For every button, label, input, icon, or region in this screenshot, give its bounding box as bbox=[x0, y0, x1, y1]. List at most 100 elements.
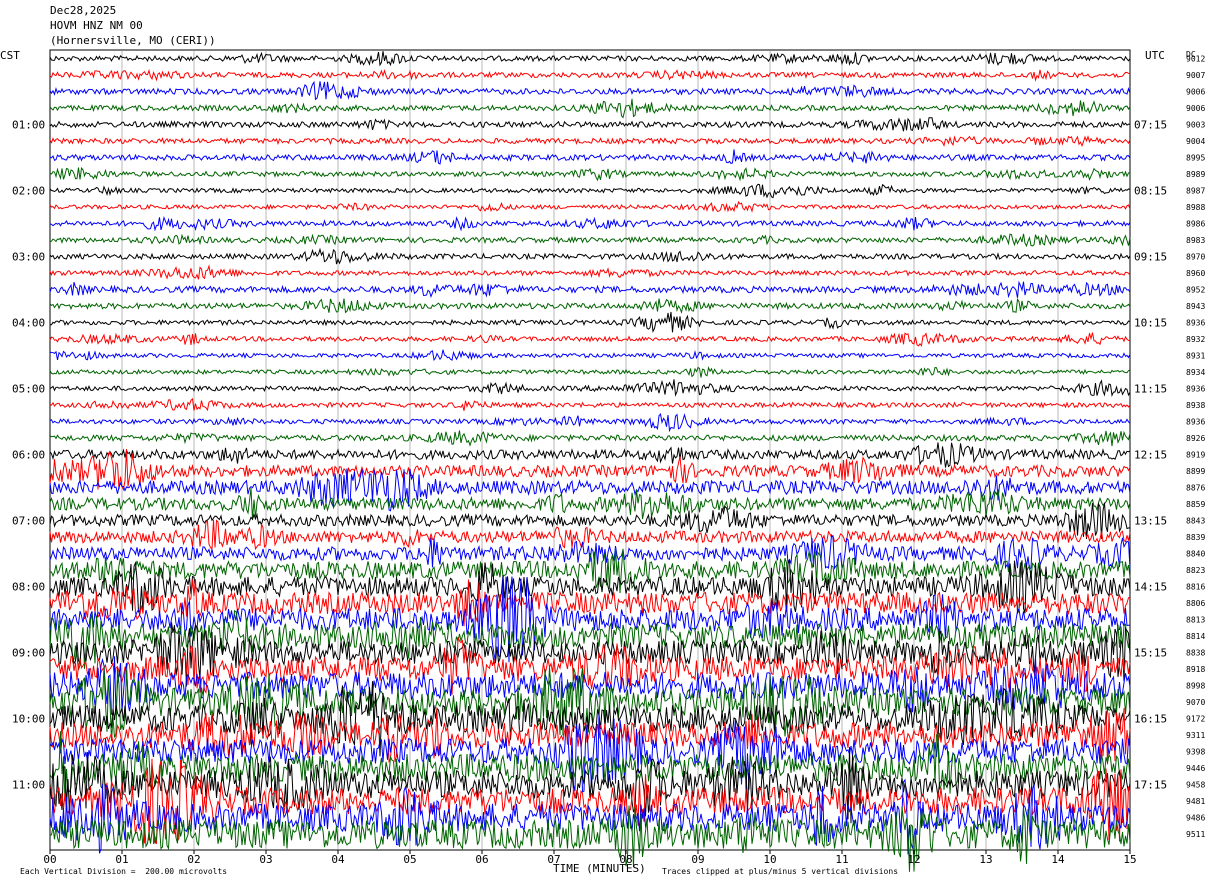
dc-offset-label: 9003 bbox=[1186, 121, 1205, 130]
dc-offset-label: 8988 bbox=[1186, 203, 1205, 212]
x-tick-label: 04 bbox=[331, 853, 345, 866]
right-time-label: 07:15 bbox=[1134, 119, 1167, 132]
dc-offset-label: 8970 bbox=[1186, 253, 1205, 262]
trace-row-0 bbox=[49, 51, 1131, 67]
dc-offset-label: 8926 bbox=[1186, 434, 1205, 443]
helicorder-plot: 9012 9007 9006 9006 9003 9004 8995 8989 8987 8988… bbox=[12, 49, 1205, 872]
trace-row-1 bbox=[49, 68, 1131, 82]
dc-offset-label: 8995 bbox=[1186, 154, 1205, 163]
x-tick-label: 15 bbox=[1123, 853, 1136, 866]
x-tick-label: 00 bbox=[43, 853, 56, 866]
dc-offset-label: 8859 bbox=[1186, 500, 1205, 509]
left-time-label: 02:00 bbox=[12, 185, 45, 198]
dc-offset-label: 8936 bbox=[1186, 385, 1205, 394]
x-tick-label: 02 bbox=[187, 853, 200, 866]
trace-row-14 bbox=[49, 280, 1131, 299]
dc-offset-label: 8960 bbox=[1186, 269, 1205, 278]
trace-row-16 bbox=[50, 311, 1131, 333]
x-tick-label: 12 bbox=[907, 853, 920, 866]
dc-offset-label: 8918 bbox=[1186, 665, 1205, 674]
dc-offset-label: 8806 bbox=[1186, 599, 1205, 608]
dc-offset-label: 8876 bbox=[1186, 484, 1205, 493]
right-time-label: 16:15 bbox=[1134, 713, 1167, 726]
dc-offset-label: 8899 bbox=[1186, 467, 1205, 476]
trace-row-4 bbox=[49, 117, 1131, 132]
dc-offset-label: 8843 bbox=[1186, 517, 1205, 526]
dc-offset-label: 8919 bbox=[1186, 451, 1205, 460]
left-time-label: 03:00 bbox=[12, 251, 45, 264]
clip-note: Traces clipped at plus/minus 5 vertical … bbox=[662, 867, 899, 876]
dc-offset-label: 8938 bbox=[1186, 401, 1205, 410]
dc-offset-label: 8932 bbox=[1186, 335, 1205, 344]
right-time-label: 14:15 bbox=[1134, 581, 1167, 594]
left-time-label: 07:00 bbox=[12, 515, 45, 528]
dc-offset-label: 9511 bbox=[1186, 830, 1205, 839]
dc-offset-label: 9070 bbox=[1186, 698, 1205, 707]
dc-offset-label: 9006 bbox=[1186, 104, 1205, 113]
left-time-label: 08:00 bbox=[12, 581, 45, 594]
x-tick-label: 05 bbox=[403, 853, 416, 866]
dc-offset-label: 8983 bbox=[1186, 236, 1205, 245]
x-tick-label: 11 bbox=[835, 853, 848, 866]
dc-offset-label: 8931 bbox=[1186, 352, 1205, 361]
trace-row-9 bbox=[49, 200, 1131, 213]
dc-offset-label: 8952 bbox=[1186, 286, 1205, 295]
scale-note: Each Vertical Division = 200.00 microvol… bbox=[20, 867, 228, 876]
x-tick-label: 13 bbox=[979, 853, 992, 866]
dc-offset-label: 8989 bbox=[1186, 170, 1205, 179]
dc-offset-label: 8838 bbox=[1186, 649, 1205, 658]
dc-offset-label: 9012 bbox=[1186, 55, 1205, 64]
left-time-label: 09:00 bbox=[12, 647, 45, 660]
x-axis-label: TIME (MINUTES) bbox=[553, 862, 646, 875]
trace-row-10 bbox=[49, 215, 1131, 232]
trace-row-15 bbox=[49, 297, 1131, 315]
trace-row-5 bbox=[49, 135, 1131, 148]
trace-row-24 bbox=[49, 442, 1131, 468]
dc-offset-label: 9311 bbox=[1186, 731, 1205, 740]
dc-offset-label: 9446 bbox=[1186, 764, 1205, 773]
dc-offset-label: 8936 bbox=[1186, 418, 1205, 427]
left-time-label: 10:00 bbox=[12, 713, 45, 726]
trace-row-2 bbox=[49, 80, 1131, 101]
trace-row-19 bbox=[49, 365, 1131, 378]
trace-row-21 bbox=[49, 397, 1131, 412]
dc-offset-label: 9172 bbox=[1186, 715, 1205, 724]
x-tick-label: 01 bbox=[115, 853, 128, 866]
trace-row-20 bbox=[49, 379, 1131, 398]
right-time-label: 09:15 bbox=[1134, 251, 1167, 264]
dc-offset-label: 8986 bbox=[1186, 220, 1205, 229]
right-time-label: 17:15 bbox=[1134, 779, 1167, 792]
right-time-label: 08:15 bbox=[1134, 185, 1167, 198]
x-tick-label: 09 bbox=[691, 853, 704, 866]
dc-offset-label: 9006 bbox=[1186, 88, 1205, 97]
trace-row-11 bbox=[49, 233, 1131, 248]
x-tick-label: 14 bbox=[1051, 853, 1065, 866]
dc-offset-label: 8934 bbox=[1186, 368, 1205, 377]
right-time-label: 13:15 bbox=[1134, 515, 1167, 528]
dc-offset-label: 8839 bbox=[1186, 533, 1205, 542]
dc-offset-label: 8823 bbox=[1186, 566, 1205, 575]
dc-offset-label: 8816 bbox=[1186, 583, 1205, 592]
trace-row-7 bbox=[49, 166, 1131, 182]
right-time-label: 10:15 bbox=[1134, 317, 1167, 330]
trace-row-27 bbox=[49, 487, 1131, 520]
right-time-label: 11:15 bbox=[1134, 383, 1167, 396]
trace-row-6 bbox=[49, 149, 1131, 165]
trace-row-23 bbox=[49, 430, 1131, 447]
trace-row-17 bbox=[49, 332, 1131, 347]
dc-offset-label: 9486 bbox=[1186, 814, 1205, 823]
dc-offset-label: 8840 bbox=[1186, 550, 1205, 559]
right-time-label: 15:15 bbox=[1134, 647, 1167, 660]
trace-row-34 bbox=[49, 576, 1131, 663]
dc-offset-label: 9458 bbox=[1186, 781, 1205, 790]
trace-row-22 bbox=[49, 413, 1131, 433]
dc-offset-label: 8998 bbox=[1186, 682, 1205, 691]
dc-offset-label: 9398 bbox=[1186, 748, 1205, 757]
trace-row-8 bbox=[49, 183, 1131, 199]
right-time-label: 12:15 bbox=[1134, 449, 1167, 462]
trace-group bbox=[49, 51, 1131, 872]
left-time-label: 06:00 bbox=[12, 449, 45, 462]
trace-row-13 bbox=[49, 264, 1131, 280]
left-time-label: 01:00 bbox=[12, 119, 45, 132]
left-time-label: 11:00 bbox=[12, 779, 45, 792]
